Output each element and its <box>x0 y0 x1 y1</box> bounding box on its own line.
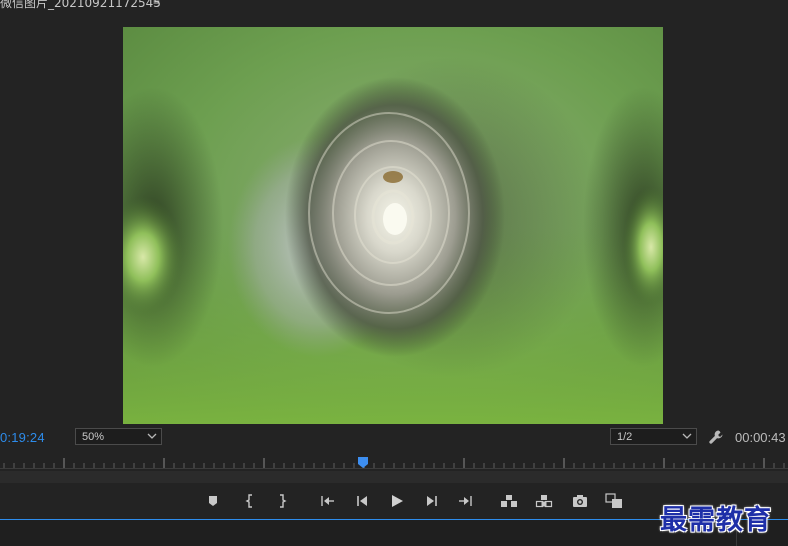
step-back-icon <box>357 496 367 506</box>
insert-button[interactable] <box>499 492 519 510</box>
duration-timecode: 00:00:43 <box>735 430 786 445</box>
insert-icon <box>501 495 517 507</box>
playhead-icon[interactable] <box>357 457 369 469</box>
step-forward-button[interactable] <box>422 492 442 510</box>
camera-icon <box>573 495 587 507</box>
clip-name-tab[interactable]: 微信图片_20210921172545 <box>0 0 161 11</box>
step-forward-icon <box>427 496 437 506</box>
go-to-out-icon <box>459 496 472 506</box>
monitor-controls-row: 0:19:24 50% 1/2 00:00:43 <box>0 426 788 448</box>
play-icon <box>392 495 403 507</box>
marker-icon <box>209 496 217 506</box>
zoom-select[interactable]: 50% <box>75 428 162 445</box>
overwrite-button[interactable] <box>534 492 554 510</box>
play-button[interactable] <box>387 492 407 510</box>
add-marker-button[interactable] <box>203 492 223 510</box>
go-to-in-icon <box>321 496 334 506</box>
time-ruler-track[interactable] <box>0 471 788 483</box>
zoom-value: 50% <box>82 431 105 443</box>
mark-in-button[interactable] <box>240 492 260 510</box>
step-back-button[interactable] <box>352 492 372 510</box>
program-monitor-frame[interactable] <box>123 27 663 424</box>
chevron-down-icon <box>682 433 692 439</box>
overwrite-icon <box>535 495 553 508</box>
wrench-icon[interactable] <box>708 429 724 445</box>
current-timecode[interactable]: 0:19:24 <box>0 430 45 445</box>
compare-icon <box>605 493 622 508</box>
compare-view-button[interactable] <box>604 492 624 510</box>
go-to-out-button[interactable] <box>456 492 476 510</box>
watermark-logo: 最需教育 <box>660 505 772 536</box>
mark-in-icon <box>245 494 252 508</box>
go-to-in-button[interactable] <box>317 492 337 510</box>
playback-resolution-select[interactable]: 1/2 <box>610 428 697 445</box>
panel-title-bar: 微信图片_20210921172545 ≡ <box>0 0 788 10</box>
panel-menu-icon[interactable]: ≡ <box>153 0 160 8</box>
export-frame-button[interactable] <box>570 492 590 510</box>
chevron-down-icon <box>147 433 157 439</box>
mark-out-icon <box>280 494 287 508</box>
resolution-value: 1/2 <box>617 431 633 443</box>
video-frame-image <box>123 27 663 424</box>
mark-out-button[interactable] <box>272 492 292 510</box>
time-ruler[interactable] <box>0 455 788 471</box>
